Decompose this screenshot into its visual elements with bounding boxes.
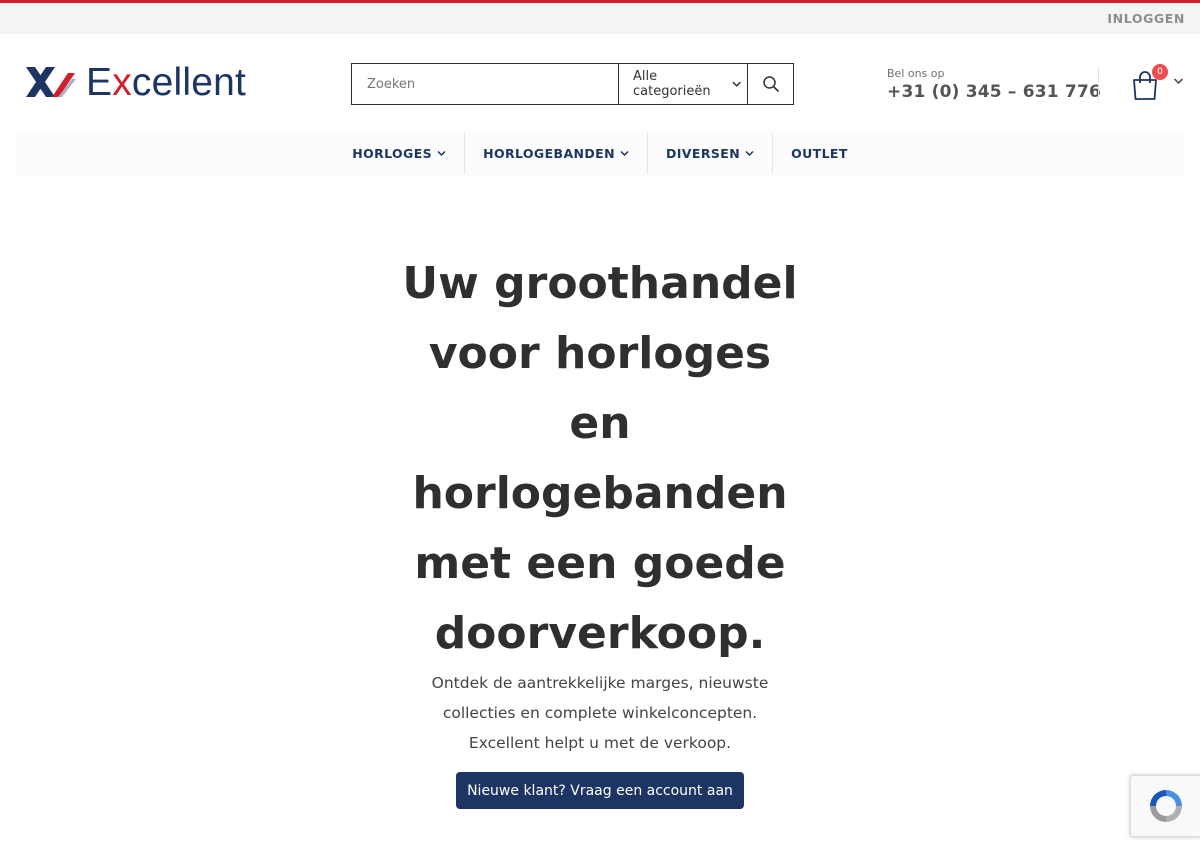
phone-number[interactable]: +31 (0) 345 – 631 776 <box>887 82 1101 102</box>
main-navigation: HORLOGES HORLOGEBANDEN DIVERSEN OUTLET <box>16 131 1184 176</box>
nav-item-horlogebanden[interactable]: HORLOGEBANDEN <box>465 131 647 176</box>
nav-item-outlet[interactable]: OUTLET <box>773 131 866 176</box>
chevron-down-icon <box>745 150 754 157</box>
cart-button[interactable]: 0 <box>1130 64 1185 102</box>
nav-item-diversen[interactable]: DIVERSEN <box>648 131 772 176</box>
hero-title: Uw groothandel voor horloges en horlogeb… <box>402 258 798 659</box>
chevron-down-icon <box>437 150 446 157</box>
recaptcha-badge[interactable] <box>1130 775 1200 837</box>
phone-label: Bel ons op <box>887 67 945 80</box>
chevron-down-icon <box>732 81 741 87</box>
chevron-down-icon <box>1173 78 1184 85</box>
chevron-down-icon <box>620 150 629 157</box>
search-bar: Alle categorieën <box>351 63 794 105</box>
search-button[interactable] <box>747 64 793 104</box>
header-divider <box>1098 66 1099 102</box>
cart-count-badge: 0 <box>1152 64 1168 80</box>
hero-subtitle: Ontdek de aantrekkelijke marges, nieuwst… <box>431 674 769 752</box>
top-bar: INLOGGEN <box>0 3 1200 34</box>
logo[interactable]: Excellent <box>26 62 266 102</box>
logo-wordmark: Excellent <box>86 60 247 104</box>
nav-item-horloges[interactable]: HORLOGES <box>334 131 464 176</box>
search-icon <box>762 76 779 93</box>
login-link[interactable]: INLOGGEN <box>1107 11 1185 26</box>
category-select[interactable]: Alle categorieën <box>618 64 747 104</box>
phone-contact: Bel ons op +31 (0) 345 – 631 776 <box>887 67 1101 102</box>
request-account-button[interactable]: Nieuwe klant? Vraag een account aan <box>456 772 744 809</box>
logo-x-icon <box>26 67 76 97</box>
recaptcha-icon <box>1150 790 1182 822</box>
search-input[interactable] <box>352 64 618 104</box>
category-select-value: Alle categorieën <box>633 69 711 99</box>
